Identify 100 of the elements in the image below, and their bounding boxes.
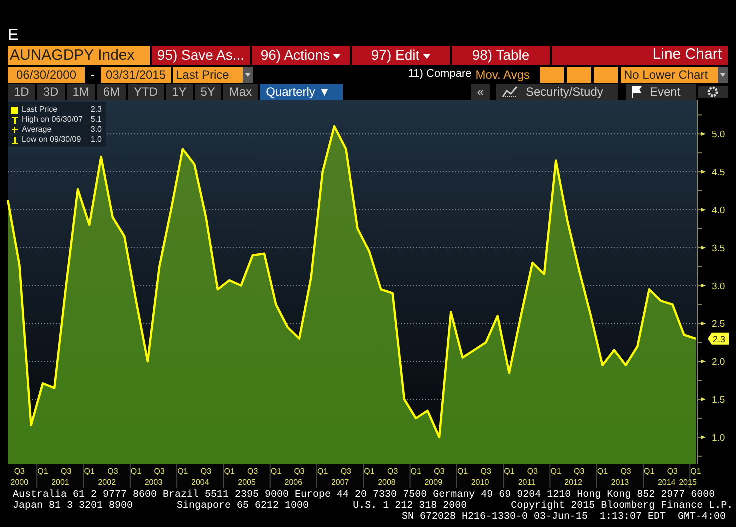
period-tab[interactable]: 1D <box>8 84 36 100</box>
x-year-label: 2006 <box>284 478 303 487</box>
x-year-label: 2010 <box>471 478 490 487</box>
x-tick-label: Q3 <box>434 467 445 476</box>
tick-arrow-icon <box>701 208 706 212</box>
toolbar-button[interactable]: 97) Edit <box>352 46 450 65</box>
x-tick-label: Q3 <box>200 467 212 476</box>
low-marker-icon <box>12 136 18 144</box>
toolbar-button[interactable]: Event <box>626 84 696 100</box>
x-tick-label: Q1 <box>410 467 422 476</box>
x-tick-label: Q1 <box>38 467 48 476</box>
x-tick-label: Q3 <box>60 467 72 476</box>
x-tick-label: Q3 <box>480 467 492 476</box>
x-year-label: 2004 <box>192 478 210 487</box>
legend-value: 1.0 <box>90 135 102 145</box>
x-year-label: 2000 <box>10 478 29 487</box>
x-year-label: 2009 <box>424 478 443 487</box>
y-tick-label: 1.0 <box>712 432 726 444</box>
x-year-label: 2007 <box>331 478 350 487</box>
x-tick-label: Q1 <box>504 467 515 476</box>
x-tick-label: Q1 <box>457 467 468 476</box>
y-tick-label: 4.0 <box>712 205 726 216</box>
field-dropdown[interactable]: Last Price <box>173 66 243 82</box>
caret-icon <box>422 54 431 59</box>
flag-icon <box>632 86 642 98</box>
toolbar-button[interactable]: Security/Study <box>496 84 618 100</box>
x-tick-label: Q3 <box>294 467 305 476</box>
x-tick-label: Q1 <box>84 467 95 476</box>
x-year-label: 2012 <box>564 478 582 487</box>
period-tab[interactable]: Quarterly ▼ <box>260 84 343 100</box>
footer-text: Copyright 2015 Bloomberg Finance L.P. <box>511 501 734 512</box>
start-date-field[interactable]: 06/30/2000 <box>8 66 85 82</box>
x-tick-label: Q3 <box>574 467 585 476</box>
x-tick-label: Q3 <box>248 467 258 476</box>
period-tab[interactable]: YTD <box>128 84 164 100</box>
footer-text: Australia 61 2 9777 8600 Brazil 5511 2395 9000 Europe 44 20 7330 7500 Germany 49 69 9204 1210 Hong Kong 852 2977 6000 <box>13 490 716 501</box>
date-separator: - <box>91 66 95 84</box>
toolbar-button[interactable]: 98) Table <box>452 46 550 65</box>
compare-slot[interactable] <box>594 66 618 82</box>
caret-icon <box>333 54 342 59</box>
period-tab[interactable]: Max <box>223 84 258 100</box>
compare-slot[interactable] <box>567 66 591 82</box>
y-tick-label: 5.0 <box>712 130 726 141</box>
tick-arrow-icon <box>701 246 706 250</box>
y-tick-label: 2.5 <box>712 319 726 330</box>
ticker-field[interactable]: AUNAGDPY Index <box>8 46 150 65</box>
x-year-label: 2001 <box>52 478 70 487</box>
x-year-label: 2005 <box>238 478 256 487</box>
x-tick-label: Q1 <box>224 467 235 476</box>
footer-text: SN 672028 H216-1330-0 03-Jun-15 1:13:07 EDT GMT-4:00 <box>402 512 726 523</box>
collapse-button[interactable]: « <box>471 84 490 100</box>
y-tick-label: 3.5 <box>712 243 726 254</box>
x-tick-label: Q1 <box>597 467 608 476</box>
toolbar-button[interactable]: 96) Actions <box>252 46 350 65</box>
period-tab[interactable]: 3D <box>37 84 65 100</box>
x-year-label: 2014 <box>658 478 676 487</box>
period-tab[interactable]: 6M <box>97 84 126 100</box>
x-tick-label: Q1 <box>178 467 188 476</box>
legend-value: 3.0 <box>90 125 102 135</box>
chart-icon <box>502 86 518 98</box>
period-tab[interactable]: 1Y <box>166 84 193 100</box>
tick-arrow-icon <box>701 322 706 326</box>
y-tick-label: 1.5 <box>712 395 726 406</box>
tick-arrow-icon <box>701 398 706 402</box>
legend-label: Last Price <box>22 105 58 115</box>
y-tick-label: 4.5 <box>712 168 726 179</box>
y-tick-label: 2.0 <box>712 357 726 368</box>
end-date-field[interactable]: 03/31/2015 <box>101 66 171 82</box>
high-marker-icon <box>12 116 18 124</box>
legend-value: 2.3 <box>90 105 102 115</box>
tick-arrow-icon <box>701 435 706 440</box>
last-value-tag: 2.3 <box>708 332 729 345</box>
compare-value[interactable]: Mov. Avgs <box>476 66 530 84</box>
tick-arrow-icon <box>701 132 706 136</box>
chart-type-label: Line Chart <box>652 45 723 66</box>
window-title: E <box>7 26 20 46</box>
x-tick-label: Q1 <box>130 467 142 476</box>
x-year-label: 2003 <box>144 478 163 487</box>
compare-slot[interactable] <box>540 66 564 82</box>
lower-chart-dropdown[interactable]: No Lower Chart <box>621 66 718 82</box>
x-tick-label: Q3 <box>620 467 632 476</box>
x-year-label: 2013 <box>611 478 630 487</box>
plus-icon <box>12 127 18 133</box>
toolbar-button[interactable]: 95) Save As... <box>152 46 250 65</box>
toolbar-button[interactable] <box>698 86 728 98</box>
legend-value: 5.1 <box>90 115 102 125</box>
period-tab[interactable]: 1M <box>66 84 96 100</box>
tick-arrow-icon <box>701 170 706 174</box>
x-year-label: 2011 <box>518 478 536 487</box>
x-tick-label: Q3 <box>340 467 352 476</box>
x-tick-label: Q1 <box>270 467 282 476</box>
x-tick-label: Q1 <box>690 467 702 476</box>
period-tab[interactable]: 5Y <box>194 84 222 100</box>
footer-text: U.S. 1 212 318 2000 <box>353 501 468 512</box>
x-tick-label: Q1 <box>364 467 375 476</box>
compare-label: 11) Compare <box>408 67 472 82</box>
settings-icon <box>707 86 719 98</box>
x-year-label: 2015 <box>679 478 697 487</box>
legend-label: Low on 09/30/09 <box>22 135 82 145</box>
tick-arrow-icon <box>701 284 706 288</box>
